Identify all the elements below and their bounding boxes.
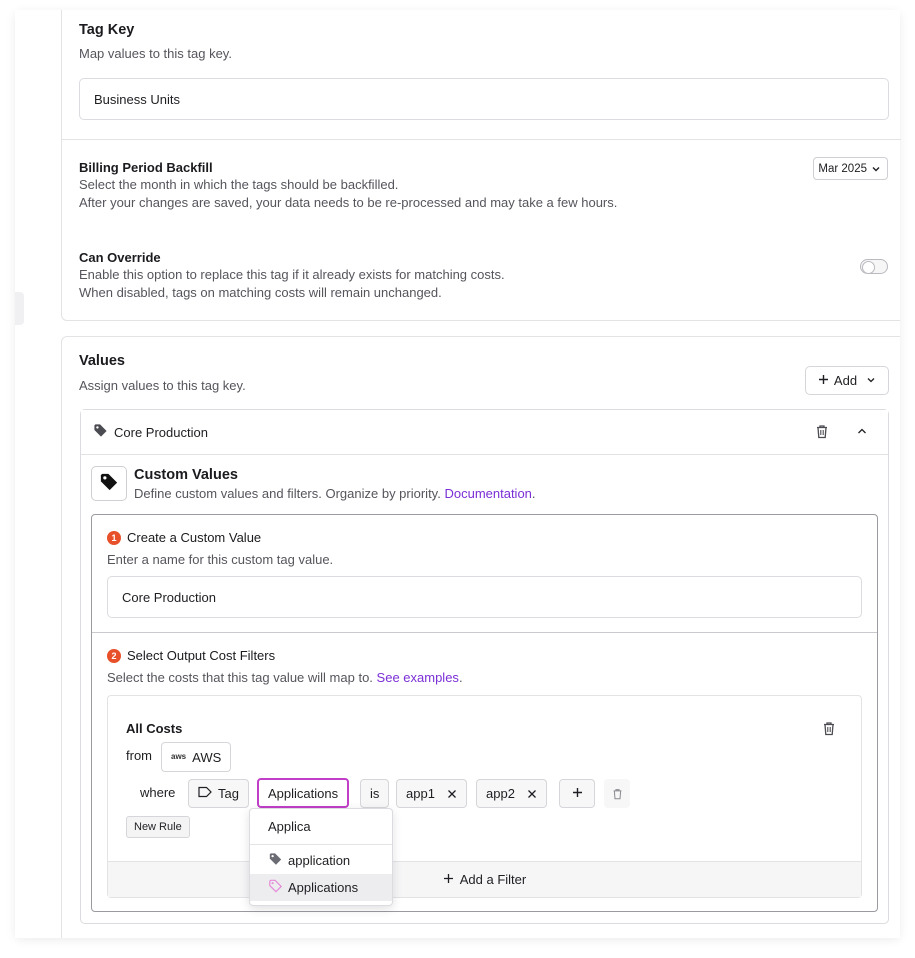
tag-key-search-input[interactable]: Applica — [250, 809, 392, 845]
tag-key-input[interactable]: Business Units — [79, 78, 889, 120]
step1-header: 1 Create a Custom Value — [107, 530, 261, 545]
custom-value-name-input[interactable]: Core Production — [107, 576, 862, 618]
tag-key-input-value: Business Units — [94, 91, 180, 107]
close-icon[interactable] — [527, 789, 537, 799]
from-label: from — [126, 748, 152, 763]
step2-description: Select the costs that this tag value wil… — [107, 669, 463, 687]
chevron-up-icon[interactable] — [856, 425, 868, 437]
tag-key-dropdown: Applica application Applications — [249, 808, 393, 906]
cost-filter-box: All Costs from aws AWS where Tag Applica… — [107, 695, 862, 898]
add-value-chip-button[interactable] — [559, 779, 595, 808]
dropdown-option-applications[interactable]: Applications — [250, 874, 392, 901]
tag-icon — [93, 423, 108, 441]
step1-badge: 1 — [107, 530, 121, 545]
can-override-section: Can Override Enable this option to repla… — [62, 230, 901, 321]
plus-icon — [443, 872, 454, 887]
chevron-down-icon — [871, 164, 881, 174]
dropdown-option-application[interactable]: application — [250, 847, 392, 874]
left-rail — [15, 10, 61, 938]
add-value-button[interactable]: Add — [805, 366, 889, 395]
value-chip-label: app1 — [406, 786, 435, 801]
can-override-description-2: When disabled, tags on matching costs wi… — [79, 285, 442, 300]
value-chip-app1[interactable]: app1 — [396, 779, 467, 808]
tag-key-description: Map values to this tag key. — [79, 46, 232, 61]
can-override-toggle[interactable] — [860, 259, 888, 274]
billing-backfill-section: Billing Period Backfill Select the month… — [62, 139, 901, 230]
trash-icon[interactable] — [815, 424, 829, 439]
value-chip-app2[interactable]: app2 — [476, 779, 547, 808]
dropdown-option-label: application — [288, 853, 351, 868]
tag-settings-card: Tag Key Map values to this tag key. Busi… — [61, 10, 901, 321]
documentation-suffix: . — [531, 486, 536, 501]
step2-header: 2 Select Output Cost Filters — [107, 648, 275, 663]
value-item-body: Custom Values Define custom values and f… — [81, 455, 888, 923]
new-rule-button[interactable]: New Rule — [126, 816, 190, 838]
see-examples-link[interactable]: See examples — [377, 670, 459, 685]
step2-description-text: Select the costs that this tag value wil… — [107, 670, 373, 685]
value-item-panel: Core Production Custom Values Define cus… — [80, 409, 889, 924]
new-rule-label: New Rule — [134, 821, 182, 833]
tag-key-chip-label: Applications — [268, 785, 339, 801]
value-item-header[interactable]: Core Production — [81, 410, 888, 455]
step-divider — [92, 632, 877, 633]
tag-icon — [99, 472, 119, 495]
see-examples-suffix: . — [458, 670, 463, 685]
custom-values-badge — [91, 466, 127, 501]
close-icon[interactable] — [447, 789, 457, 799]
provider-chip[interactable]: aws AWS — [161, 742, 232, 772]
value-chip-label: app2 — [486, 786, 515, 801]
tag-outline-icon — [198, 786, 212, 801]
tag-key-section: Tag Key Map values to this tag key. Busi… — [62, 10, 901, 139]
custom-values-title: Custom Values — [134, 467, 238, 483]
values-description: Assign values to this tag key. — [79, 378, 246, 393]
dimension-chip[interactable]: Tag — [188, 779, 249, 808]
can-override-description-1: Enable this option to replace this tag i… — [79, 267, 505, 282]
documentation-link[interactable]: Documentation — [444, 486, 531, 501]
filter-title: All Costs — [126, 721, 183, 736]
tag-key-search-value: Applica — [268, 819, 311, 834]
chevron-down-icon — [866, 373, 876, 388]
steps-box: 1 Create a Custom Value Enter a name for… — [91, 514, 878, 912]
tag-icon — [268, 852, 283, 869]
plus-icon — [818, 373, 829, 388]
dimension-label: Tag — [218, 786, 239, 801]
billing-month-value: Mar 2025 — [818, 162, 867, 175]
can-override-title: Can Override — [79, 250, 161, 265]
tag-key-chip[interactable]: Applications — [257, 778, 350, 808]
dropdown-option-label: Applications — [288, 880, 359, 895]
tag-key-title: Tag Key — [79, 22, 135, 38]
add-filter-label: Add a Filter — [459, 872, 527, 887]
billing-month-select[interactable]: Mar 2025 — [813, 157, 888, 180]
billing-backfill-description-2: After your changes are saved, your data … — [79, 195, 618, 210]
operator-chip[interactable]: is — [360, 779, 390, 808]
trash-icon[interactable] — [604, 779, 630, 808]
operator-label: is — [370, 786, 380, 801]
step1-description: Enter a name for this custom tag value. — [107, 552, 334, 567]
tag-icon — [268, 879, 283, 896]
custom-value-name-value: Core Production — [122, 589, 216, 605]
plus-icon — [572, 786, 583, 801]
provider-label: AWS — [192, 749, 222, 765]
custom-values-description: Define custom values and filters. Organi… — [134, 485, 536, 503]
step1-title: Create a Custom Value — [127, 530, 262, 545]
values-card: Values Assign values to this tag key. Ad… — [61, 336, 900, 938]
billing-backfill-title: Billing Period Backfill — [79, 160, 213, 175]
billing-backfill-description-1: Select the month in which the tags shoul… — [79, 177, 399, 192]
custom-values-description-text: Define custom values and filters. Organi… — [134, 486, 441, 501]
trash-icon[interactable] — [822, 721, 836, 736]
collapse-handle[interactable] — [15, 292, 24, 325]
step2-badge: 2 — [107, 648, 121, 663]
values-title: Values — [79, 353, 125, 369]
where-label: where — [140, 785, 176, 800]
add-filter-button[interactable]: Add a Filter — [108, 861, 861, 897]
value-item-name: Core Production — [114, 424, 208, 440]
aws-logo-icon: aws — [171, 752, 187, 761]
step2-title: Select Output Cost Filters — [127, 648, 276, 663]
add-value-label: Add — [833, 373, 858, 388]
